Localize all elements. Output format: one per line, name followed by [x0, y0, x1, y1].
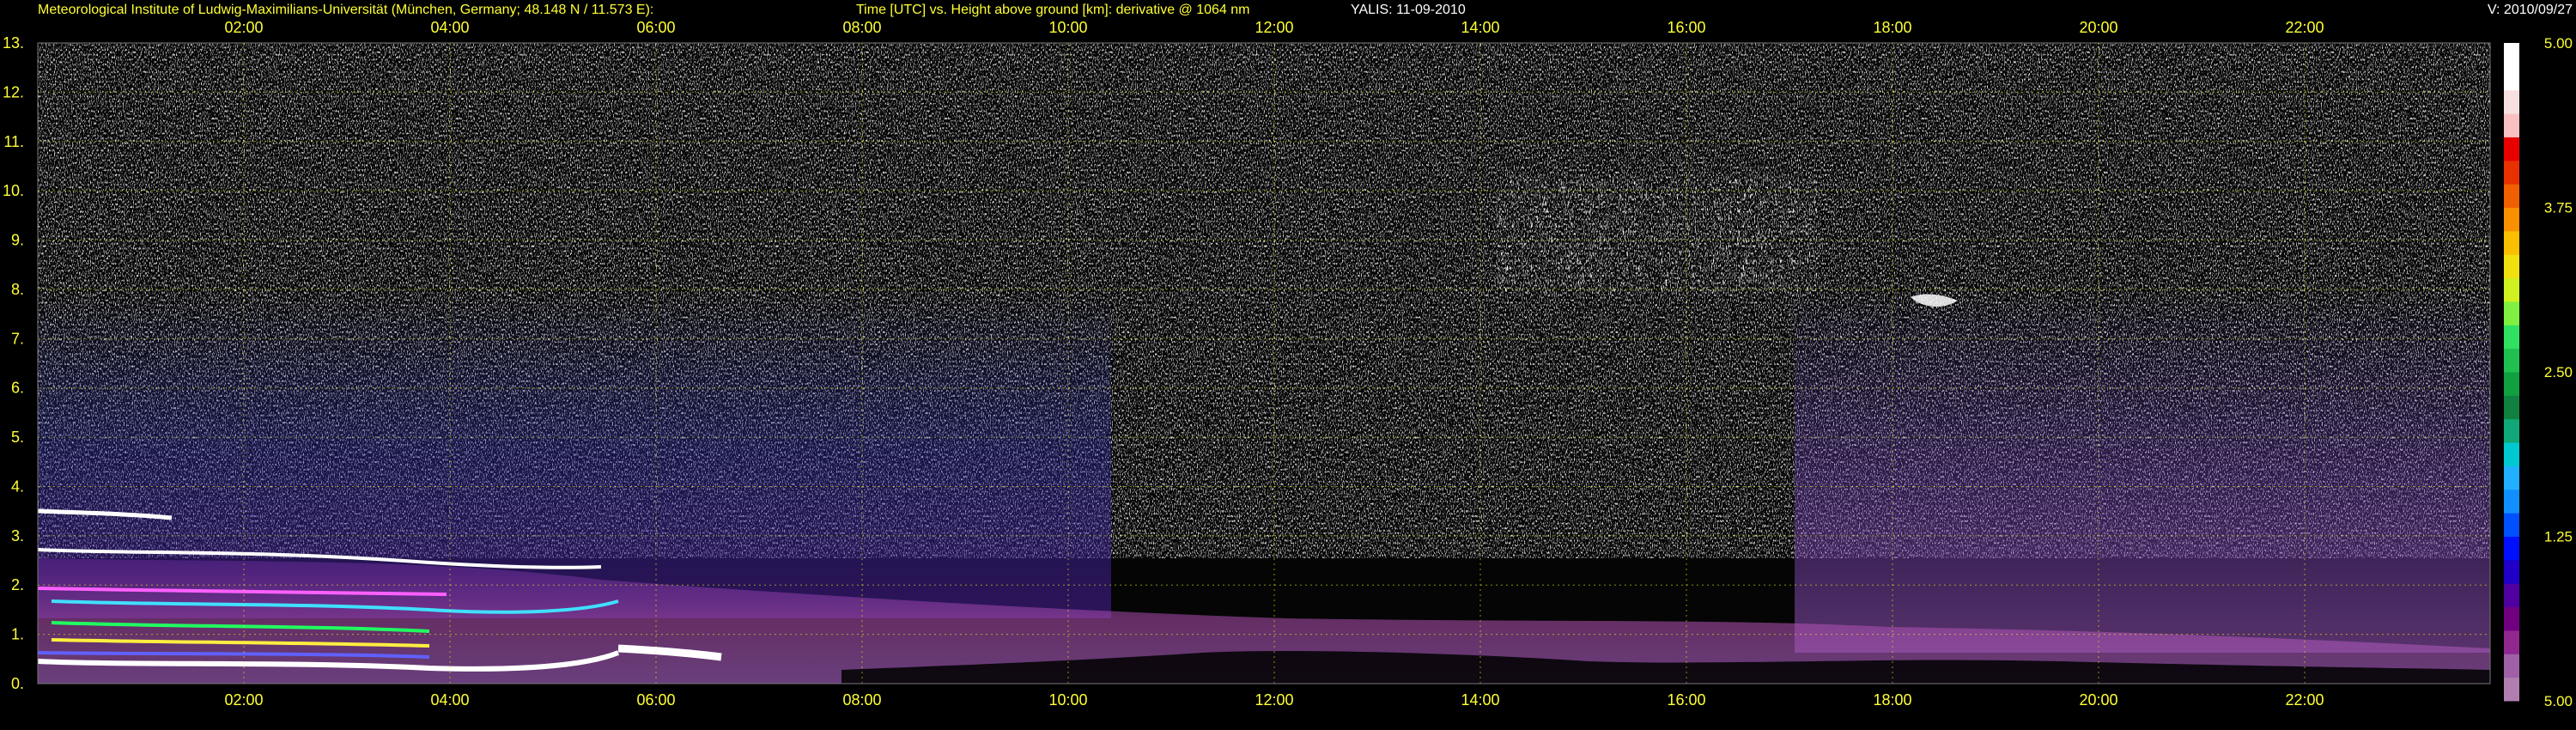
colorbar-swatch — [2504, 513, 2519, 537]
colorbar-swatch — [2504, 442, 2519, 466]
colorbar-swatch — [2504, 301, 2519, 325]
colorbar-swatch — [2504, 137, 2519, 161]
x-tick-label-top: 04:00 — [430, 19, 469, 36]
header-instrument-date: YALIS: 11-09-2010 — [1351, 3, 1466, 17]
colorbar-swatch — [2504, 465, 2519, 490]
colorbar-swatch — [2504, 677, 2519, 702]
x-tick-label-bottom: 02:00 — [224, 691, 263, 709]
header-institute: Meteorological Institute of Ludwig-Maxim… — [38, 3, 653, 17]
y-tick-label: 8. — [11, 281, 24, 298]
x-tick-label-top: 06:00 — [636, 19, 675, 36]
x-tick-label-top: 18:00 — [1873, 19, 1911, 36]
x-tick-label-top: 08:00 — [842, 19, 881, 36]
colorbar-tick-label: 2.50 — [2544, 364, 2573, 380]
colorbar-swatch — [2504, 372, 2519, 396]
colorbar-swatch — [2504, 583, 2519, 608]
colorbar-swatch — [2504, 630, 2519, 654]
x-axis-top: 02:00 04:00 06:00 08:00 10:00 12:00 14:00 16:00… — [224, 19, 2324, 36]
colorbar-swatch — [2504, 325, 2519, 350]
colorbar-swatch — [2504, 66, 2519, 91]
y-tick-label: 6. — [11, 380, 24, 397]
colorbar — [2504, 43, 2519, 702]
y-axis: 0. 1. 2. 3. 4. 5. 6. 7. 8. 9. 10. 11. 12. 13. — [3, 34, 24, 692]
colorbar-swatch — [2504, 113, 2519, 137]
colorbar-swatch — [2504, 254, 2519, 279]
colorbar-swatch — [2504, 277, 2519, 302]
colorbar-swatch — [2504, 207, 2519, 232]
x-tick-label-bottom: 18:00 — [1873, 691, 1911, 709]
x-tick-label-top: 14:00 — [1461, 19, 1499, 36]
y-tick-label: 2. — [11, 576, 24, 593]
x-tick-label-bottom: 08:00 — [842, 691, 881, 709]
colorbar-swatch — [2504, 230, 2519, 255]
colorbar-swatch — [2504, 489, 2519, 514]
y-tick-label: 7. — [11, 330, 24, 347]
colorbar-tick-label: 3.75 — [2544, 200, 2573, 216]
x-axis-bottom: 02:00 04:00 06:00 08:00 10:00 12:00 14:00 16:00… — [224, 691, 2324, 709]
y-tick-label: 9. — [11, 232, 24, 249]
header-version: V: 2010/09/27 — [2488, 3, 2573, 17]
x-tick-label-bottom: 06:00 — [636, 691, 675, 709]
x-tick-label-bottom: 22:00 — [2285, 691, 2324, 709]
colorbar-tick-label: 5.00 — [2544, 35, 2573, 52]
x-tick-label-top: 20:00 — [2079, 19, 2117, 36]
y-tick-label: 0. — [11, 675, 24, 692]
x-tick-label-top: 10:00 — [1048, 19, 1087, 36]
colorbar-swatch — [2504, 348, 2519, 373]
x-tick-label-top: 12:00 — [1255, 19, 1293, 36]
colorbar-swatch — [2504, 418, 2519, 443]
colorbar-tick-label: 1.25 — [2544, 529, 2573, 545]
colorbar-swatch — [2504, 160, 2519, 185]
y-tick-label: 11. — [3, 133, 24, 150]
y-tick-label: 12. — [3, 83, 24, 100]
x-tick-label-top: 22:00 — [2285, 19, 2324, 36]
x-tick-label-top: 16:00 — [1667, 19, 1705, 36]
colorbar-swatch — [2504, 89, 2519, 114]
colorbar-labels: 5.00 3.75 2.50 1.25 5.00 — [2544, 35, 2573, 709]
x-tick-label-bottom: 12:00 — [1255, 691, 1293, 709]
y-tick-label: 1. — [11, 626, 24, 643]
lidar-chart: Meteorological Institute of Ludwig-Maxim… — [3, 3, 2573, 709]
colorbar-swatch — [2504, 184, 2519, 208]
x-tick-label-bottom: 14:00 — [1461, 691, 1499, 709]
x-tick-label-top: 02:00 — [224, 19, 263, 36]
x-tick-label-bottom: 10:00 — [1048, 691, 1087, 709]
x-tick-label-bottom: 20:00 — [2079, 691, 2117, 709]
y-tick-label: 10. — [3, 182, 24, 199]
x-tick-label-bottom: 04:00 — [430, 691, 469, 709]
y-tick-label: 13. — [3, 34, 24, 52]
colorbar-tick-label: 5.00 — [2544, 693, 2573, 709]
x-tick-label-bottom: 16:00 — [1667, 691, 1705, 709]
colorbar-swatch — [2504, 606, 2519, 631]
purple-haze-right — [1795, 292, 2490, 653]
header-description: Time [UTC] vs. Height above ground [km]:… — [856, 3, 1250, 17]
colorbar-swatch — [2504, 559, 2519, 584]
y-tick-label: 3. — [11, 527, 24, 544]
y-tick-label: 4. — [11, 478, 24, 495]
colorbar-swatch — [2504, 43, 2519, 67]
colorbar-swatch — [2504, 654, 2519, 678]
y-tick-label: 5. — [11, 429, 24, 446]
colorbar-swatch — [2504, 395, 2519, 420]
colorbar-swatch — [2504, 536, 2519, 561]
